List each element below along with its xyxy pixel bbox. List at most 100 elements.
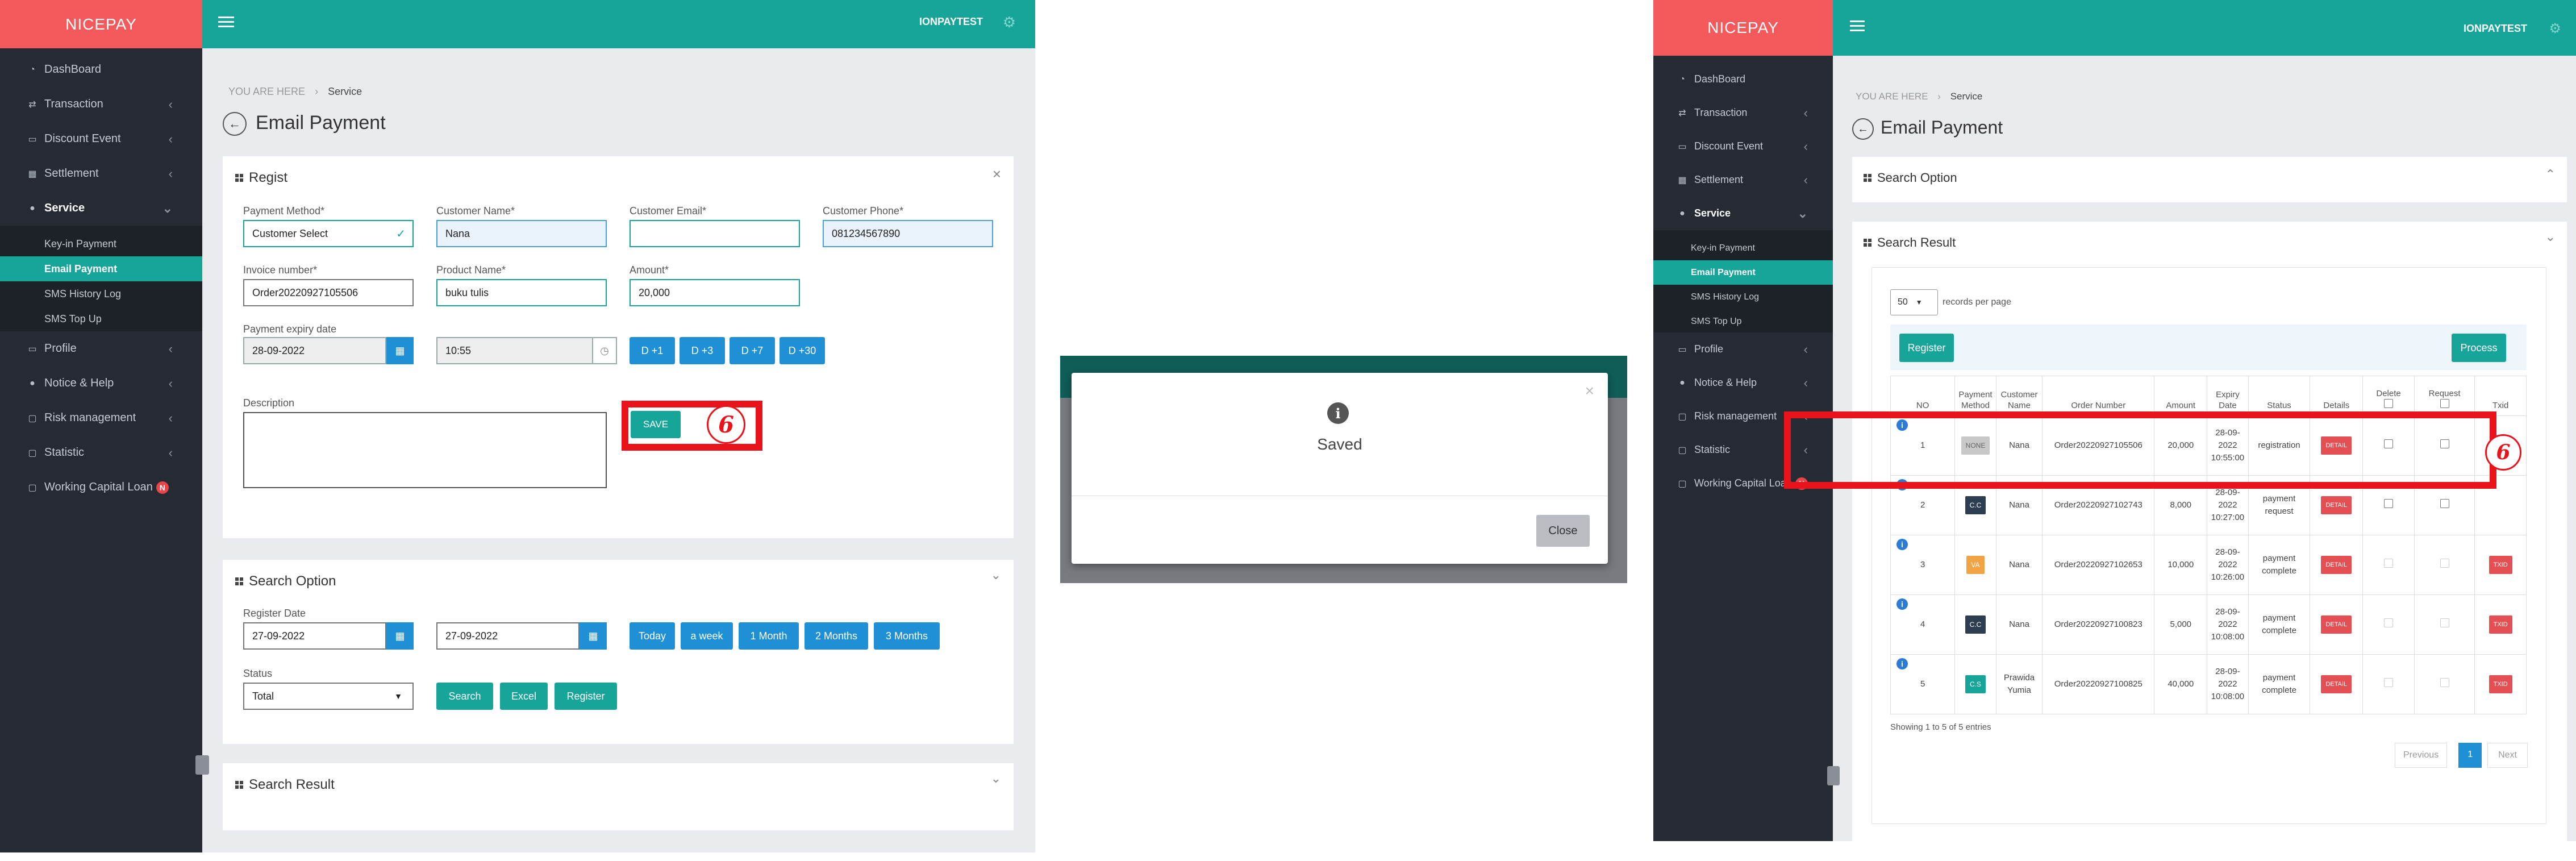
range-button-2-months[interactable]: 2 Months <box>805 622 868 650</box>
range-button-today[interactable]: Today <box>630 622 675 650</box>
pagination-next[interactable]: Next <box>2487 743 2528 768</box>
step-marker: 6 <box>707 405 745 444</box>
expiry-date-field[interactable]: 28-09-2022 <box>243 337 386 364</box>
cell-expiry: 28-09-2022 10:08:00 <box>2207 594 2249 655</box>
txid-button[interactable]: TXID <box>2489 556 2512 574</box>
submenu-item-sms-history-log[interactable]: SMS History Log <box>0 281 202 306</box>
process-button[interactable]: Process <box>2452 334 2506 362</box>
select-all-checkbox[interactable] <box>2440 399 2449 408</box>
settings-gear-icon[interactable]: ⚙ <box>1003 14 1016 31</box>
pagination-page-1[interactable]: 1 <box>2458 743 2482 768</box>
menu-toggle-icon[interactable] <box>1850 19 1865 32</box>
submenu-item-key-in-payment[interactable]: Key-in Payment <box>0 231 202 256</box>
back-arrow-icon[interactable]: ← <box>223 112 247 136</box>
breadcrumb-current[interactable]: Service <box>328 86 362 97</box>
info-icon[interactable]: i <box>1896 658 1908 669</box>
back-arrow-icon[interactable]: ← <box>1852 118 1874 140</box>
menu-toggle-icon[interactable] <box>218 15 234 28</box>
modal-close-button[interactable]: Close <box>1536 515 1590 547</box>
date-from-field[interactable]: 27-09-2022 <box>243 622 386 650</box>
search-button[interactable]: Search <box>436 683 493 710</box>
sidebar-item-settlement[interactable]: ▦ Settlement ‹ <box>0 156 202 191</box>
chevron-down-icon[interactable]: ⌄ <box>2545 230 2556 244</box>
txid-button[interactable]: TXID <box>2489 675 2512 693</box>
chevron-down-icon[interactable]: ⌄ <box>991 771 1001 786</box>
submenu-item-sms-top-up[interactable]: SMS Top Up <box>1653 309 1833 334</box>
range-button-3-months[interactable]: 3 Months <box>874 622 940 650</box>
chevron-down-icon[interactable]: ⌄ <box>991 568 1001 583</box>
info-icon[interactable]: i <box>1896 539 1908 550</box>
range-button-1-month[interactable]: 1 Month <box>739 622 799 650</box>
sidebar-item-dashboard[interactable]: ◔ DashBoard <box>0 52 202 87</box>
sidebar-item-settlement[interactable]: ▦ Settlement ‹ <box>1653 163 1833 197</box>
collapse-handle-icon[interactable] <box>1827 766 1840 785</box>
user-name[interactable]: IONPAYTEST <box>2464 23 2527 35</box>
submenu-item-email-payment[interactable]: Email Payment <box>1653 260 1833 285</box>
detail-button[interactable]: DETAIL <box>2321 615 2352 634</box>
calendar-icon[interactable]: ▦ <box>386 337 414 364</box>
sidebar-item-notice-help[interactable]: ● Notice & Help ‹ <box>0 366 202 401</box>
amount-field[interactable]: 20,000 <box>630 279 800 306</box>
quick-day-button-1[interactable]: D +1 <box>630 337 675 364</box>
quick-day-button-4[interactable]: D +30 <box>780 337 825 364</box>
quick-day-button-2[interactable]: D +3 <box>680 337 725 364</box>
select-all-checkbox[interactable] <box>2384 399 2394 408</box>
date-to-field[interactable]: 27-09-2022 <box>436 622 580 650</box>
modal-close-icon[interactable]: × <box>1585 382 1594 400</box>
sidebar-item-dashboard[interactable]: ◔ DashBoard <box>1653 63 1833 96</box>
expiry-time-field[interactable]: 10:55 <box>436 337 593 364</box>
calendar-icon[interactable]: ▦ <box>580 622 607 650</box>
sidebar-item-transaction[interactable]: ⇄ Transaction ‹ <box>1653 96 1833 130</box>
sidebar-item-transaction[interactable]: ⇄ Transaction ‹ <box>0 87 202 122</box>
detail-button[interactable]: DETAIL <box>2321 556 2352 574</box>
sidebar-item-profile[interactable]: ▭ Profile ‹ <box>1653 332 1833 366</box>
customer-email-field[interactable] <box>630 220 800 247</box>
submenu-item-sms-history-log[interactable]: SMS History Log <box>1653 285 1833 309</box>
save-button[interactable]: SAVE <box>631 411 681 438</box>
quick-day-button-3[interactable]: D +7 <box>730 337 775 364</box>
detail-button[interactable]: DETAIL <box>2321 675 2352 693</box>
sidebar-item-working-capital-loan[interactable]: ▢ Working Capital Loan N <box>0 470 202 505</box>
description-textarea[interactable] <box>243 412 607 488</box>
submenu-item-sms-top-up[interactable]: SMS Top Up <box>0 306 202 331</box>
check-icon: ✓ <box>396 227 406 240</box>
range-button-a-week[interactable]: a week <box>681 622 733 650</box>
txid-button[interactable]: TXID <box>2489 615 2512 634</box>
sidebar-item-discount-event[interactable]: ▭ Discount Event ‹ <box>1653 130 1833 163</box>
invoice-field[interactable]: Order20220927105506 <box>243 279 414 306</box>
excel-button[interactable]: Excel <box>500 683 548 710</box>
settings-gear-icon[interactable]: ⚙ <box>2549 20 2561 37</box>
register-button[interactable]: Register <box>555 683 617 710</box>
close-icon[interactable]: × <box>993 165 1001 183</box>
register-button[interactable]: Register <box>1899 334 1954 362</box>
records-per-page-select[interactable]: 50 ▼ <box>1890 289 1938 315</box>
clock-icon[interactable]: ◷ <box>593 337 617 364</box>
delete-checkbox[interactable] <box>2384 498 2394 508</box>
sidebar-item-service[interactable]: ● Service ⌄ <box>1653 197 1833 230</box>
breadcrumb-current[interactable]: Service <box>1950 91 1983 102</box>
sidebar-item-profile[interactable]: ▭ Profile ‹ <box>0 331 202 366</box>
info-icon[interactable]: i <box>1896 598 1908 610</box>
sidebar-item-discount-event[interactable]: ▭ Discount Event ‹ <box>0 122 202 156</box>
chevron-up-icon[interactable]: ⌃ <box>2545 167 2556 182</box>
cell-customer: Prawida Yumia <box>1995 654 2043 714</box>
payment-method-select[interactable]: Customer Select ✓ <box>243 220 414 247</box>
submenu-item-key-in-payment[interactable]: Key-in Payment <box>1653 236 1833 260</box>
sidebar-item-notice-help[interactable]: ● Notice & Help ‹ <box>1653 366 1833 400</box>
product-field[interactable]: buku tulis <box>436 279 607 306</box>
customer-phone-field[interactable]: 081234567890 <box>823 220 993 247</box>
submenu-item-email-payment[interactable]: Email Payment <box>0 256 202 281</box>
collapse-handle-icon[interactable] <box>195 755 209 775</box>
sidebar-item-service[interactable]: ● Service ⌄ <box>0 191 202 226</box>
customer-name-field[interactable]: Nana <box>436 220 607 247</box>
sidebar-item-statistic[interactable]: ▢ Statistic ‹ <box>0 435 202 470</box>
records-per-page-label: records per page <box>1943 297 2011 307</box>
detail-button[interactable]: DETAIL <box>2321 496 2352 514</box>
status-select[interactable]: Total ▼ <box>243 683 414 710</box>
credit-card-icon: ▭ <box>28 134 37 144</box>
pagination-previous[interactable]: Previous <box>2394 743 2448 768</box>
user-name[interactable]: IONPAYTEST <box>919 16 983 28</box>
calendar-icon[interactable]: ▦ <box>386 622 414 650</box>
request-checkbox[interactable] <box>2440 498 2449 508</box>
sidebar-item-risk-management[interactable]: ▢ Risk management ‹ <box>0 401 202 435</box>
